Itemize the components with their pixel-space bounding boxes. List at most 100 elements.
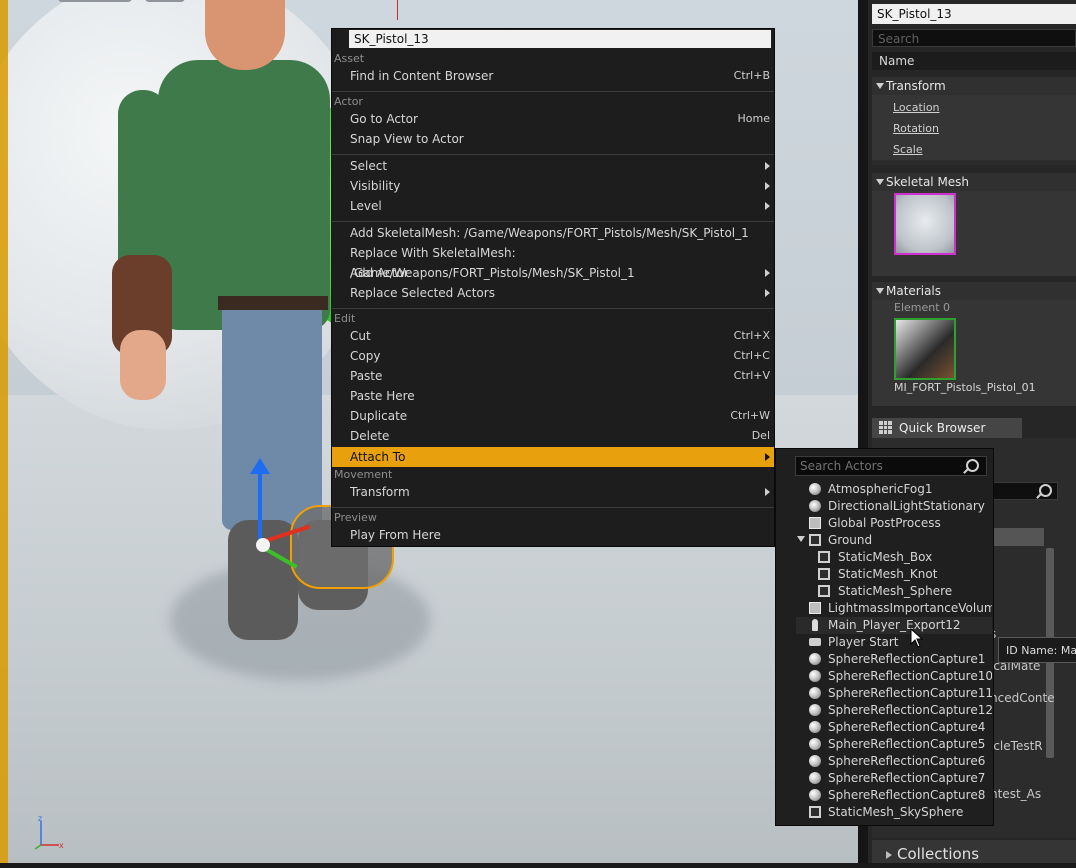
quick-browser-tab[interactable]: Quick Browser — [872, 418, 1022, 438]
skeletal-mesh-category-header[interactable]: Skeletal Mesh — [872, 173, 1076, 191]
viewport-toolbar-button[interactable] — [145, 0, 185, 2]
player-icon — [812, 619, 818, 631]
viewport-selection-border — [0, 0, 8, 863]
actor-item[interactable]: SphereReflectionCapture7 — [796, 770, 992, 787]
character-legs — [222, 300, 322, 530]
object-name-field[interactable]: SK_Pistol_13 — [872, 4, 1076, 24]
actor-item[interactable]: StaticMesh_SkySphere — [796, 804, 992, 821]
details-search-input[interactable]: Search — [872, 29, 1076, 47]
level-submenu-item[interactable]: Level — [332, 196, 774, 216]
svg-text:z: z — [38, 815, 42, 823]
actor-label: Ground — [828, 533, 873, 547]
quick-browser-selected-row[interactable] — [990, 528, 1044, 546]
directional-light-icon — [809, 500, 821, 512]
menu-item-label: Cut — [350, 329, 371, 343]
add-actor-submenu-item[interactable]: Add Actor — [332, 263, 774, 283]
actor-label: StaticMesh_SkySphere — [828, 805, 964, 819]
viewport-toolbar-button[interactable] — [58, 0, 132, 2]
actor-item[interactable]: SphereReflectionCapture6 — [796, 753, 992, 770]
actor-item[interactable]: Player Start — [796, 634, 992, 651]
actor-item[interactable]: StaticMesh_Sphere — [796, 583, 992, 600]
static-mesh-icon — [809, 534, 821, 546]
visibility-submenu-item[interactable]: Visibility — [332, 176, 774, 196]
actor-label: SphereReflectionCapture6 — [828, 754, 986, 768]
quick-browser-item-text[interactable]: ntest_As — [990, 787, 1041, 801]
replace-selected-actors-item[interactable]: Replace Selected Actors — [332, 283, 774, 303]
actor-item[interactable]: SphereReflectionCapture11 — [796, 685, 992, 702]
actor-item[interactable]: SphereReflectionCapture12 — [796, 702, 992, 719]
search-icon[interactable] — [966, 459, 979, 472]
player-start-icon — [809, 638, 821, 646]
submenu-arrow-icon — [765, 162, 770, 170]
submenu-arrow-icon — [765, 269, 770, 277]
select-submenu-item[interactable]: Select — [332, 156, 774, 176]
skeletal-mesh-thumbnail[interactable] — [894, 193, 956, 255]
duplicate-item[interactable]: Duplicate Ctrl+W — [332, 406, 774, 426]
replace-with-skeletal-mesh-item[interactable]: Replace With SkeletalMesh: /Game/Weapons… — [332, 243, 774, 280]
delete-item[interactable]: Delete Del — [332, 426, 774, 446]
gizmo-z-arrow-icon[interactable] — [250, 458, 270, 474]
actor-item[interactable]: DirectionalLightStationary — [796, 498, 992, 515]
static-mesh-icon — [818, 585, 830, 597]
actor-label: SphereReflectionCapture7 — [828, 771, 986, 785]
transform-submenu-item[interactable]: Transform — [332, 482, 774, 502]
sphere-icon — [809, 772, 821, 784]
actor-item[interactable]: SphereReflectionCapture5 — [796, 736, 992, 753]
gizmo-z-axis[interactable] — [258, 470, 262, 545]
actor-item[interactable]: SphereReflectionCapture4 — [796, 719, 992, 736]
rotation-property[interactable]: Rotation — [872, 118, 1076, 139]
actor-label: Player Start — [828, 635, 899, 649]
menu-item-label: Delete — [350, 429, 390, 443]
actor-item-hovered[interactable]: Main_Player_Export12 — [796, 617, 992, 634]
static-mesh-icon — [818, 551, 830, 563]
location-property[interactable]: Location — [872, 97, 1076, 118]
actor-item[interactable]: AtmosphericFog1 — [796, 481, 992, 498]
play-from-here-item[interactable]: Play From Here — [332, 525, 774, 545]
snap-view-to-actor-item[interactable]: Snap View to Actor — [332, 129, 774, 149]
actor-item-ground[interactable]: Ground — [796, 532, 992, 549]
quick-browser-item-text[interactable]: ncedConte — [990, 691, 1055, 705]
actor-item[interactable]: StaticMesh_Knot — [796, 566, 992, 583]
actor-item[interactable]: SphereReflectionCapture10 — [796, 668, 992, 685]
menu-item-label: Level — [350, 199, 382, 213]
actor-item[interactable]: SphereReflectionCapture8 — [796, 787, 992, 804]
section-edit: Edit — [334, 312, 356, 325]
expand-arrow-icon[interactable] — [797, 536, 805, 542]
menu-item-label: Snap View to Actor — [350, 132, 464, 146]
paste-item[interactable]: Paste Ctrl+V — [332, 366, 774, 386]
copy-item[interactable]: Copy Ctrl+C — [332, 346, 774, 366]
collections-header[interactable]: Collections — [872, 840, 1076, 863]
attach-to-submenu-item[interactable]: Attach To — [332, 447, 774, 467]
actor-item[interactable]: Global PostProcess — [796, 515, 992, 532]
actor-item[interactable]: StaticMesh_Box — [796, 549, 992, 566]
details-column-header[interactable]: Name — [872, 52, 1076, 70]
character-head[interactable] — [205, 0, 285, 70]
scale-property[interactable]: Scale — [872, 139, 1076, 160]
add-skeletal-mesh-item[interactable]: Add SkeletalMesh: /Game/Weapons/FORT_Pis… — [332, 223, 774, 243]
quick-browser-item-text[interactable]: icleTestR — [990, 739, 1043, 753]
shortcut-label: Ctrl+B — [733, 69, 770, 82]
cut-item[interactable]: Cut Ctrl+X — [332, 326, 774, 346]
actor-label: SphereReflectionCapture1 — [828, 652, 986, 666]
paste-here-item[interactable]: Paste Here — [332, 386, 774, 406]
character-hoodie[interactable] — [158, 60, 330, 330]
material-thumbnail[interactable] — [894, 318, 956, 380]
find-in-content-browser-item[interactable]: Find in Content Browser Ctrl+B — [332, 66, 774, 86]
actor-item[interactable]: SphereReflectionCapture1 — [796, 651, 992, 668]
transform-category-header[interactable]: Transform — [872, 77, 1076, 95]
material-element-label: Element 0 — [894, 301, 951, 314]
search-actors-input[interactable]: Search Actors — [795, 456, 987, 476]
materials-category-header[interactable]: Materials — [872, 282, 1076, 300]
sphere-icon — [809, 704, 821, 716]
go-to-actor-item[interactable]: Go to Actor Home — [332, 109, 774, 129]
actor-label: SphereReflectionCapture11 — [828, 686, 992, 700]
menu-item-label: Add Actor — [350, 266, 409, 280]
menu-separator — [332, 507, 774, 508]
sphere-icon — [809, 789, 821, 801]
section-preview: Preview — [334, 511, 377, 524]
search-icon[interactable] — [1039, 484, 1052, 497]
shortcut-label: Home — [737, 112, 770, 125]
gizmo-pivot[interactable] — [256, 538, 270, 552]
submenu-arrow-icon — [765, 289, 770, 297]
actor-item[interactable]: LightmassImportanceVolume — [796, 600, 992, 617]
